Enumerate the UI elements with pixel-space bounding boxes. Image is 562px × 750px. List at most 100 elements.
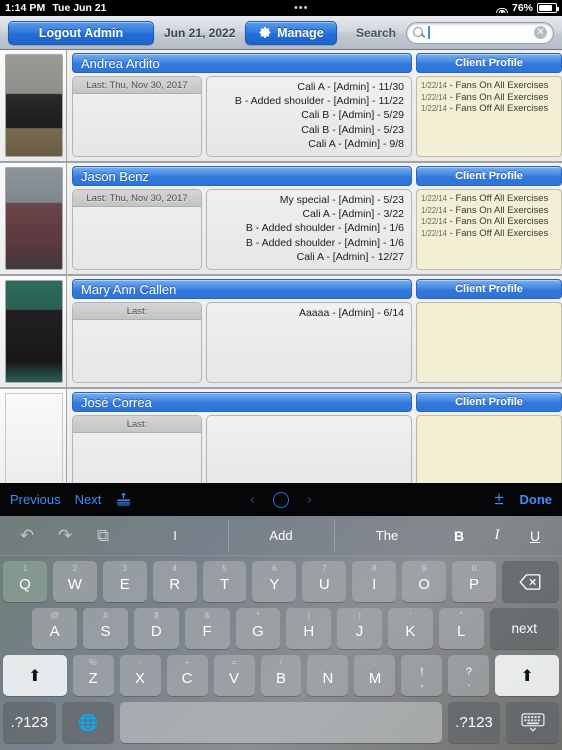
client-row[interactable]: Mary Ann Callen Client Profile Last: Aaaaa … (0, 276, 562, 389)
avatar[interactable] (4, 54, 63, 157)
key-a[interactable]: @ A (32, 608, 78, 649)
client-profile-button[interactable]: Client Profile (416, 166, 562, 186)
manage-button[interactable]: Manage (245, 20, 338, 45)
client-name-button[interactable]: José Correa (72, 392, 412, 412)
italic-button[interactable]: I (478, 527, 516, 544)
key-d[interactable]: $ D (133, 608, 179, 649)
client-row[interactable]: José Correa Client Profile Last: (0, 389, 562, 483)
key-n[interactable]: ; N (307, 655, 349, 696)
history-item[interactable]: Cali A - [Admin] - 9/8 (211, 137, 404, 151)
plus-minus-icon[interactable] (492, 492, 506, 507)
underline-button[interactable]: U (516, 528, 554, 544)
paste-icon[interactable]: ⧉ (84, 526, 122, 546)
client-photo-cell[interactable] (0, 276, 67, 387)
note-item[interactable]: 1/22/14 - Fans On All Exercises (421, 216, 557, 228)
numeric-key-right[interactable]: .?123 (447, 702, 501, 743)
next-button[interactable]: Next (75, 492, 102, 507)
prediction-1[interactable]: Add (228, 519, 334, 552)
client-photo-cell[interactable] (0, 389, 67, 483)
chevron-left-icon[interactable]: ‹ (250, 491, 255, 508)
last-session-panel[interactable]: Last: (72, 302, 202, 383)
client-profile-button[interactable]: Client Profile (416, 53, 562, 73)
next-key[interactable]: next (489, 608, 560, 649)
avatar[interactable] (4, 280, 63, 383)
client-notes-panel[interactable]: 1/22/14 - Fans Off All Exercises 1/22/14 … (416, 189, 562, 270)
key-b[interactable]: / B (260, 655, 302, 696)
undo-icon[interactable]: ↶ (8, 526, 46, 546)
key-q[interactable]: 1Q (3, 561, 47, 602)
client-row[interactable]: Jason Benz Client Profile Last: Thu, Nov 3… (0, 163, 562, 276)
key-o[interactable]: 9O (402, 561, 447, 602)
prediction-2[interactable]: The (334, 519, 440, 552)
history-item[interactable]: Cali B - [Admin] - 5/29 (211, 108, 404, 122)
key-g[interactable]: * G (235, 608, 281, 649)
avatar[interactable] (4, 167, 63, 270)
backspace-icon[interactable] (501, 561, 559, 602)
hide-keyboard-icon[interactable] (506, 702, 559, 743)
client-notes-panel[interactable] (416, 302, 562, 383)
shift-icon-left[interactable]: ⬆ (3, 655, 67, 696)
avatar[interactable] (4, 393, 63, 483)
key-v[interactable]: = V (213, 655, 255, 696)
history-item[interactable]: B - Added shoulder - [Admin] - 11/22 (211, 94, 404, 108)
circle-icon[interactable] (273, 491, 289, 508)
history-item[interactable]: My special - [Admin] - 5/23 (211, 193, 404, 207)
key-e[interactable]: 3E (102, 561, 147, 602)
note-item[interactable]: 1/22/14 - Fans On All Exercises (421, 92, 557, 104)
align-icon[interactable] (115, 492, 132, 507)
key-punct-1[interactable]: ?. (448, 655, 490, 696)
last-session-body[interactable] (73, 433, 201, 483)
shift-icon-right[interactable]: ⬆ (495, 655, 559, 696)
logout-button[interactable]: Logout Admin (8, 20, 154, 45)
note-item[interactable]: 1/22/14 - Fans Off All Exercises (421, 193, 557, 205)
key-t[interactable]: 5T (202, 561, 247, 602)
client-profile-button[interactable]: Client Profile (416, 279, 562, 299)
key-l[interactable]: " L (438, 608, 484, 649)
key-s[interactable]: # S (83, 608, 128, 649)
key-u[interactable]: 7U (302, 561, 347, 602)
last-session-panel[interactable]: Last: Thu, Nov 30, 2017 (72, 189, 202, 270)
history-item[interactable]: Aaaaa - [Admin] - 6/14 (211, 306, 404, 320)
note-item[interactable]: 1/22/14 - Fans Off All Exercises (421, 103, 557, 115)
software-keyboard[interactable]: ↶ ↷ ⧉ I Add The B I U 1Q2W3E4R5T6Y7U8I9O… (0, 516, 562, 750)
key-z[interactable]: % Z (72, 655, 114, 696)
space-key[interactable] (120, 702, 442, 743)
key-j[interactable]: ) J (337, 608, 382, 649)
clear-icon[interactable]: ✕ (534, 26, 547, 39)
client-name-button[interactable]: Jason Benz (72, 166, 412, 186)
last-session-body[interactable] (73, 94, 201, 156)
key-punct-0[interactable]: !, (401, 655, 443, 696)
key-y[interactable]: 6Y (252, 561, 297, 602)
key-w[interactable]: 2W (52, 561, 97, 602)
history-item[interactable]: Cali B - [Admin] - 5/23 (211, 123, 404, 137)
history-item[interactable]: B - Added shoulder - [Admin] - 1/6 (211, 221, 404, 235)
key-m[interactable]: :M (354, 655, 396, 696)
client-profile-button[interactable]: Client Profile (416, 392, 562, 412)
client-list[interactable]: Andrea Ardito Client Profile Last: Thu, No… (0, 50, 562, 483)
workout-history-panel[interactable]: My special - [Admin] - 5/23 Cali A - [Adm… (206, 189, 412, 270)
key-p[interactable]: 0P (452, 561, 496, 602)
last-session-body[interactable] (73, 320, 201, 382)
key-r[interactable]: 4R (152, 561, 197, 602)
done-button[interactable]: Done (520, 492, 553, 507)
key-k[interactable]: ' K (387, 608, 433, 649)
bold-button[interactable]: B (440, 528, 478, 544)
note-item[interactable]: 1/22/14 - Fans Off All Exercises (421, 228, 557, 240)
globe-icon[interactable]: 🌐 (61, 702, 115, 743)
numeric-key-left[interactable]: .?123 (3, 702, 56, 743)
chevron-right-icon[interactable]: › (307, 491, 312, 508)
history-item[interactable]: B - Added shoulder - [Admin] - 1/6 (211, 236, 404, 250)
key-h[interactable]: (H (286, 608, 332, 649)
key-i[interactable]: 8I (352, 561, 397, 602)
key-c[interactable]: + C (166, 655, 208, 696)
client-photo-cell[interactable] (0, 50, 67, 161)
history-item[interactable]: Cali A - [Admin] - 11/30 (211, 80, 404, 94)
search-field[interactable]: ✕ (406, 21, 554, 44)
client-row[interactable]: Andrea Ardito Client Profile Last: Thu, No… (0, 50, 562, 163)
history-item[interactable]: Cali A - [Admin] - 12/27 (211, 250, 404, 264)
history-item[interactable]: Cali A - [Admin] - 3/22 (211, 207, 404, 221)
note-item[interactable]: 1/22/14 - Fans On All Exercises (421, 205, 557, 217)
key-f[interactable]: & F (184, 608, 230, 649)
client-photo-cell[interactable] (0, 163, 67, 274)
redo-icon[interactable]: ↷ (46, 526, 84, 546)
